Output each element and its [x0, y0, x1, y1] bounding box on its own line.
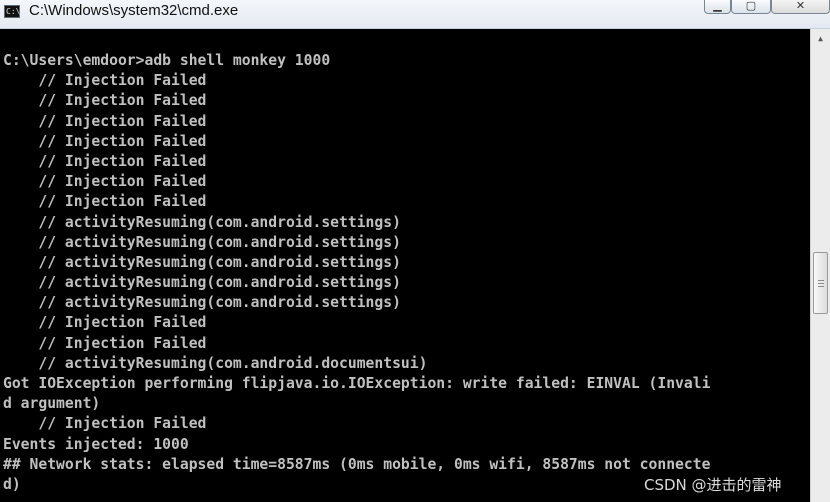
console-line: // Injection Failed — [3, 132, 207, 150]
console-line: // Injection Failed — [3, 112, 207, 130]
console-line: // Injection Failed — [3, 72, 207, 90]
console-line: Got IOException performing flipjava.io.I… — [3, 375, 711, 392]
console-line: // Injection Failed — [3, 173, 207, 191]
console-line: d) — [3, 475, 21, 493]
vertical-scrollbar[interactable]: ▲ — [810, 29, 830, 502]
up-arrow-icon[interactable]: ▲ — [813, 31, 828, 46]
minimize-button[interactable]: ▁ — [704, 0, 731, 14]
grip-icon — [818, 280, 824, 281]
window-title: C:\Windows\system32\cmd.exe — [29, 2, 239, 19]
console-line: // Injection Failed — [3, 314, 207, 332]
console-line: d argument) — [3, 395, 101, 413]
minimize-icon: ▁ — [713, 0, 722, 12]
console-line: // Injection Failed — [3, 334, 207, 352]
console-line: // activityResuming(com.android.settings… — [3, 233, 401, 251]
watermark: CSDN @进击的雷神 — [644, 476, 782, 494]
console-line: // activityResuming(com.android.document… — [3, 354, 428, 372]
console-line: // activityResuming(com.android.settings… — [3, 253, 401, 271]
console-lines: C:\Users\emdoor>adb shell monkey 1000 //… — [3, 51, 710, 495]
console-line: // activityResuming(com.android.settings… — [3, 294, 401, 312]
maximize-button[interactable]: ▢ — [731, 0, 771, 14]
console-line: Events injected: 1000 — [3, 435, 189, 453]
maximize-icon: ▢ — [745, 0, 757, 12]
grip-icon — [818, 283, 824, 284]
console-line: // Injection Failed — [3, 92, 207, 110]
scrollbar-thumb[interactable] — [813, 252, 828, 314]
console-line: // activityResuming(com.android.settings… — [3, 274, 401, 292]
title-bar[interactable]: C:\ C:\Windows\system32\cmd.exe ▁ ▢ ✕ — [0, 0, 830, 29]
console-line: // Injection Failed — [3, 193, 207, 211]
grip-icon — [818, 286, 824, 287]
console-line: // Injection Failed — [3, 415, 207, 433]
console-line: C:\Users\emdoor>adb shell monkey 1000 — [3, 52, 331, 69]
console-line: // Injection Failed — [3, 152, 207, 170]
console-output[interactable]: C:\Users\emdoor>adb shell monkey 1000 //… — [0, 29, 810, 502]
console-line: ## Network stats: elapsed time=8587ms (0… — [3, 455, 711, 473]
cmd-icon[interactable]: C:\ — [4, 5, 20, 18]
close-button[interactable]: ✕ — [771, 0, 830, 14]
close-icon: ✕ — [795, 0, 806, 12]
console-line: // activityResuming(com.android.settings… — [3, 213, 401, 231]
